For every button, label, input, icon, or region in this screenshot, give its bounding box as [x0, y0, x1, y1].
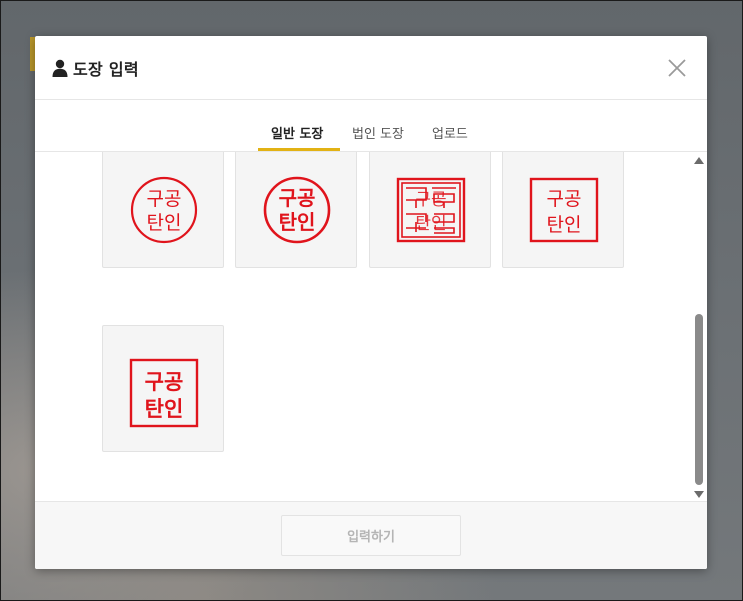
window-frame [0, 0, 743, 601]
